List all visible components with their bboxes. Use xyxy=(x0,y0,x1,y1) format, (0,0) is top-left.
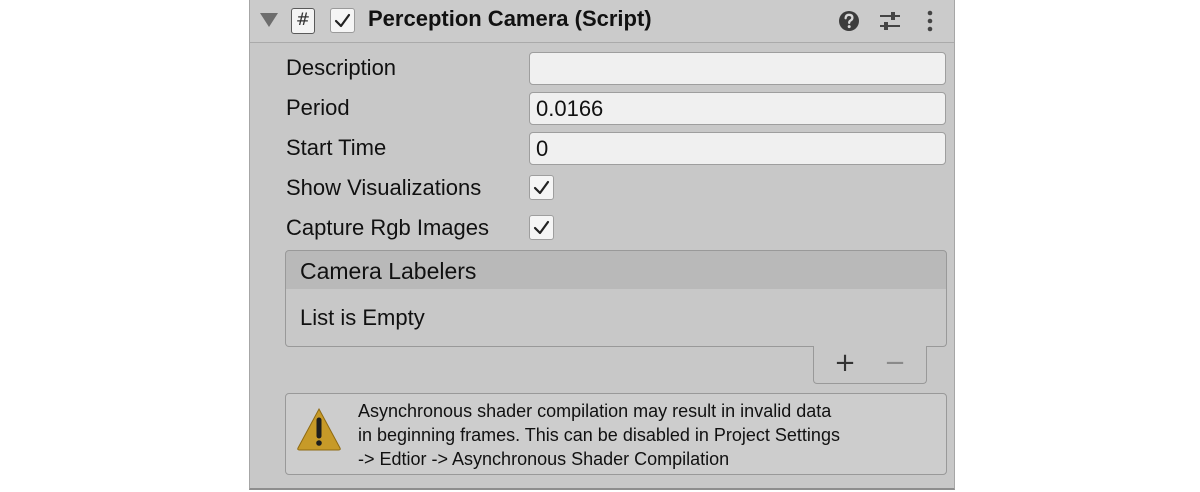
help-icon[interactable] xyxy=(836,8,862,34)
kebab-menu-icon[interactable] xyxy=(917,8,943,34)
warning-helpbox: Asynchronous shader compilation may resu… xyxy=(285,393,947,475)
add-element-button[interactable]: + xyxy=(828,349,862,379)
show-visualizations-label: Show Visualizations xyxy=(286,175,482,200)
period-label: Period xyxy=(286,95,350,120)
show-visualizations-checkbox[interactable] xyxy=(529,175,554,200)
camera-labelers-title: Camera Labelers xyxy=(300,258,477,284)
component-header[interactable]: # Perception Camera (Script) xyxy=(250,0,954,43)
remove-element-button[interactable]: − xyxy=(878,349,912,379)
checkmark-icon xyxy=(533,220,550,235)
checkmark-icon xyxy=(334,13,351,28)
period-field[interactable] xyxy=(529,92,946,125)
camera-labelers-list-footer: + − xyxy=(813,346,927,384)
warning-line: Asynchronous shader compilation may resu… xyxy=(358,401,832,421)
start-time-field[interactable] xyxy=(529,132,946,165)
capture-rgb-images-checkbox[interactable] xyxy=(529,215,554,240)
camera-labelers-list-header[interactable]: Camera Labelers xyxy=(285,250,947,290)
capture-rgb-images-label: Capture Rgb Images xyxy=(286,215,489,240)
warning-line: -> Edtior -> Asynchronous Shader Compila… xyxy=(358,449,730,469)
component-enabled-checkbox[interactable] xyxy=(330,8,355,33)
description-label: Description xyxy=(286,55,397,80)
inspector-component-panel: # Perception Camera (Script) Description… xyxy=(249,0,955,490)
warning-message: Asynchronous shader compilation may resu… xyxy=(358,399,944,471)
start-time-label: Start Time xyxy=(286,135,387,160)
presets-sliders-icon[interactable] xyxy=(877,8,903,34)
camera-labelers-list-body: List is Empty xyxy=(285,289,947,347)
warning-triangle-icon xyxy=(296,406,342,452)
list-empty-text: List is Empty xyxy=(300,305,425,330)
foldout-triangle-icon[interactable] xyxy=(260,13,278,27)
warning-line: in beginning frames. This can be disable… xyxy=(358,425,840,445)
script-icon: # xyxy=(291,8,315,34)
checkmark-icon xyxy=(533,180,550,195)
description-field[interactable] xyxy=(529,52,946,85)
component-title: Perception Camera (Script) xyxy=(368,6,652,31)
